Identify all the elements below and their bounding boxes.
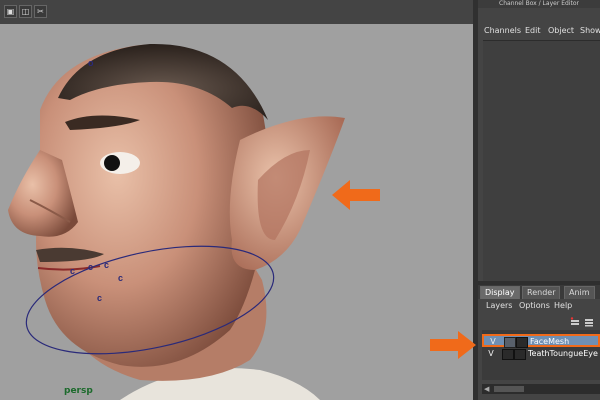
layer-color-swatch[interactable] bbox=[514, 349, 526, 360]
menu-help[interactable]: Help bbox=[554, 301, 572, 310]
layer-editor-menubar: Layers Options Help bbox=[478, 300, 600, 312]
panel-title: Channel Box / Layer Editor bbox=[478, 0, 600, 8]
cube-icon[interactable]: ▣ bbox=[4, 5, 17, 18]
layer-tools bbox=[478, 315, 600, 329]
cubes-icon[interactable]: ◫ bbox=[19, 5, 32, 18]
layer-type-swatch[interactable] bbox=[504, 337, 516, 348]
layer-visibility-toggle[interactable]: V bbox=[484, 348, 498, 359]
camera-label: persp bbox=[64, 386, 93, 396]
svg-text:c: c bbox=[104, 260, 109, 270]
channel-box-area[interactable] bbox=[483, 40, 600, 281]
layer-editor-tabs: Display Render Anim bbox=[478, 285, 600, 299]
channel-box-layer-editor: Channel Box / Layer Editor Channels Edit… bbox=[478, 0, 600, 400]
annotation-arrow-layer-icon bbox=[430, 331, 476, 359]
layer-visibility-toggle[interactable]: V bbox=[486, 336, 500, 347]
svg-text:c: c bbox=[70, 266, 75, 276]
svg-text:c: c bbox=[118, 273, 123, 283]
layer-color-swatch[interactable] bbox=[516, 337, 528, 348]
svg-text:c: c bbox=[88, 262, 93, 272]
channel-box-menubar: Channels Edit Object Show bbox=[478, 24, 600, 38]
menu-show[interactable]: Show bbox=[580, 26, 600, 35]
scrollbar-thumb[interactable] bbox=[494, 386, 524, 392]
menu-layers[interactable]: Layers bbox=[486, 301, 512, 310]
layer-row-facemesh[interactable]: V FaceMesh bbox=[482, 334, 600, 348]
layer-list-scrollbar[interactable]: ◀ bbox=[482, 384, 600, 394]
menu-object[interactable]: Object bbox=[548, 26, 574, 35]
tab-display[interactable]: Display bbox=[480, 286, 520, 299]
viewport-persp[interactable]: ▣ ◫ ✂ c c c c c o persp bbox=[0, 0, 473, 400]
menu-options[interactable]: Options bbox=[519, 301, 550, 310]
tab-anim[interactable]: Anim bbox=[564, 286, 595, 299]
annotation-arrow-ear-icon bbox=[332, 180, 380, 210]
head-model[interactable]: c c c c c o bbox=[0, 24, 473, 400]
layer-list: V FaceMesh V TeathToungueEye bbox=[482, 330, 600, 380]
scissors-icon[interactable]: ✂ bbox=[34, 5, 47, 18]
layer-name: TeathToungueEye bbox=[528, 349, 598, 358]
svg-text:c: c bbox=[97, 293, 102, 303]
layer-row-teathtoungueeye[interactable]: V TeathToungueEye bbox=[482, 348, 600, 361]
new-layer-icon[interactable] bbox=[570, 317, 580, 327]
menu-channels[interactable]: Channels bbox=[484, 26, 521, 35]
scroll-left-icon[interactable]: ◀ bbox=[484, 385, 489, 393]
layer-type-swatch[interactable] bbox=[502, 349, 514, 360]
menu-edit[interactable]: Edit bbox=[525, 26, 541, 35]
new-layer-selected-icon[interactable] bbox=[584, 317, 594, 327]
viewport-toolbar: ▣ ◫ ✂ bbox=[0, 0, 473, 24]
tab-render[interactable]: Render bbox=[522, 286, 561, 299]
layer-name: FaceMesh bbox=[530, 337, 570, 346]
svg-text:o: o bbox=[88, 58, 94, 68]
